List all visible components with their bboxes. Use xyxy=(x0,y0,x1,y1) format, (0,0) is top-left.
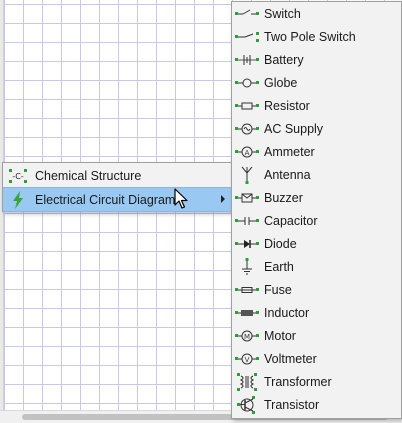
submenu-item-ammeter[interactable]: A Ammeter xyxy=(232,140,401,163)
submenu-item-label: Two Pole Switch xyxy=(264,29,356,44)
voltmeter-icon: V xyxy=(234,350,260,368)
svg-text:-C-: -C- xyxy=(12,172,23,181)
mouse-cursor-icon xyxy=(174,188,188,209)
svg-text:M: M xyxy=(244,333,250,341)
submenu-item-label: Voltmeter xyxy=(264,351,317,366)
motor-icon: M xyxy=(234,327,260,345)
shapes-context-menu: -C- Chemical Structure Electrical Circui… xyxy=(2,162,232,212)
submenu-item-label: Diode xyxy=(264,236,297,251)
menu-item-chemical-structure[interactable]: -C- Chemical Structure xyxy=(3,164,231,187)
earth-icon xyxy=(234,257,260,276)
menu-item-label: Electrical Circuit Diagram xyxy=(35,192,176,207)
ammeter-icon: A xyxy=(234,143,260,161)
menu-item-electrical-circuit-diagram[interactable]: Electrical Circuit Diagram xyxy=(3,187,231,212)
submenu-item-two-pole-switch[interactable]: Two Pole Switch xyxy=(232,25,401,48)
submenu-item-label: Buzzer xyxy=(264,190,303,205)
diode-icon xyxy=(234,235,260,253)
fuse-icon xyxy=(234,281,260,299)
submenu-item-antenna[interactable]: Antenna xyxy=(232,163,401,186)
submenu-item-battery[interactable]: Battery xyxy=(232,48,401,71)
submenu-item-resistor[interactable]: Resistor xyxy=(232,94,401,117)
ac-supply-icon xyxy=(234,120,260,138)
submenu-item-transistor[interactable]: Transistor xyxy=(232,393,401,416)
submenu-item-label: Motor xyxy=(264,328,296,343)
submenu-item-label: Inductor xyxy=(264,305,310,320)
chemical-structure-icon: -C- xyxy=(5,167,31,185)
submenu-item-transformer[interactable]: Transformer xyxy=(232,370,401,393)
submenu-item-label: Transistor xyxy=(264,397,320,412)
submenu-item-motor[interactable]: M Motor xyxy=(232,324,401,347)
submenu-item-label: Fuse xyxy=(264,282,292,297)
submenu-item-label: Resistor xyxy=(264,98,310,113)
submenu-item-diode[interactable]: Diode xyxy=(232,232,401,255)
transformer-icon xyxy=(234,372,260,391)
submenu-arrow-icon xyxy=(221,195,225,203)
capacitor-icon xyxy=(234,212,260,230)
submenu-item-inductor[interactable]: Inductor xyxy=(232,301,401,324)
menu-item-label: Chemical Structure xyxy=(35,168,142,183)
submenu-item-label: Globe xyxy=(264,75,298,90)
electrical-circuit-submenu: Switch Two Pole Switch Battery Globe Res… xyxy=(231,1,402,419)
submenu-item-label: Earth xyxy=(264,259,294,274)
submenu-item-label: Battery xyxy=(264,52,304,67)
antenna-icon xyxy=(234,166,260,184)
two-pole-switch-icon xyxy=(234,28,260,46)
lightning-icon xyxy=(5,190,31,209)
submenu-item-ac-supply[interactable]: AC Supply xyxy=(232,117,401,140)
resistor-icon xyxy=(234,97,260,115)
submenu-item-switch[interactable]: Switch xyxy=(232,2,401,25)
submenu-item-globe[interactable]: Globe xyxy=(232,71,401,94)
submenu-item-label: Transformer xyxy=(264,374,332,389)
transistor-icon xyxy=(234,395,260,414)
globe-icon xyxy=(234,74,260,92)
battery-icon xyxy=(234,51,260,69)
submenu-item-label: Capacitor xyxy=(264,213,318,228)
submenu-item-label: AC Supply xyxy=(264,121,324,136)
submenu-item-label: Switch xyxy=(264,6,301,21)
submenu-item-label: Antenna xyxy=(264,167,311,182)
svg-text:V: V xyxy=(245,356,250,364)
submenu-item-buzzer[interactable]: Buzzer xyxy=(232,186,401,209)
submenu-item-voltmeter[interactable]: V Voltmeter xyxy=(232,347,401,370)
inductor-icon xyxy=(234,304,260,322)
switch-icon xyxy=(234,5,260,23)
submenu-item-earth[interactable]: Earth xyxy=(232,255,401,278)
submenu-item-label: Ammeter xyxy=(264,144,315,159)
buzzer-icon xyxy=(234,189,260,207)
submenu-item-capacitor[interactable]: Capacitor xyxy=(232,209,401,232)
submenu-item-fuse[interactable]: Fuse xyxy=(232,278,401,301)
svg-text:A: A xyxy=(245,149,250,157)
